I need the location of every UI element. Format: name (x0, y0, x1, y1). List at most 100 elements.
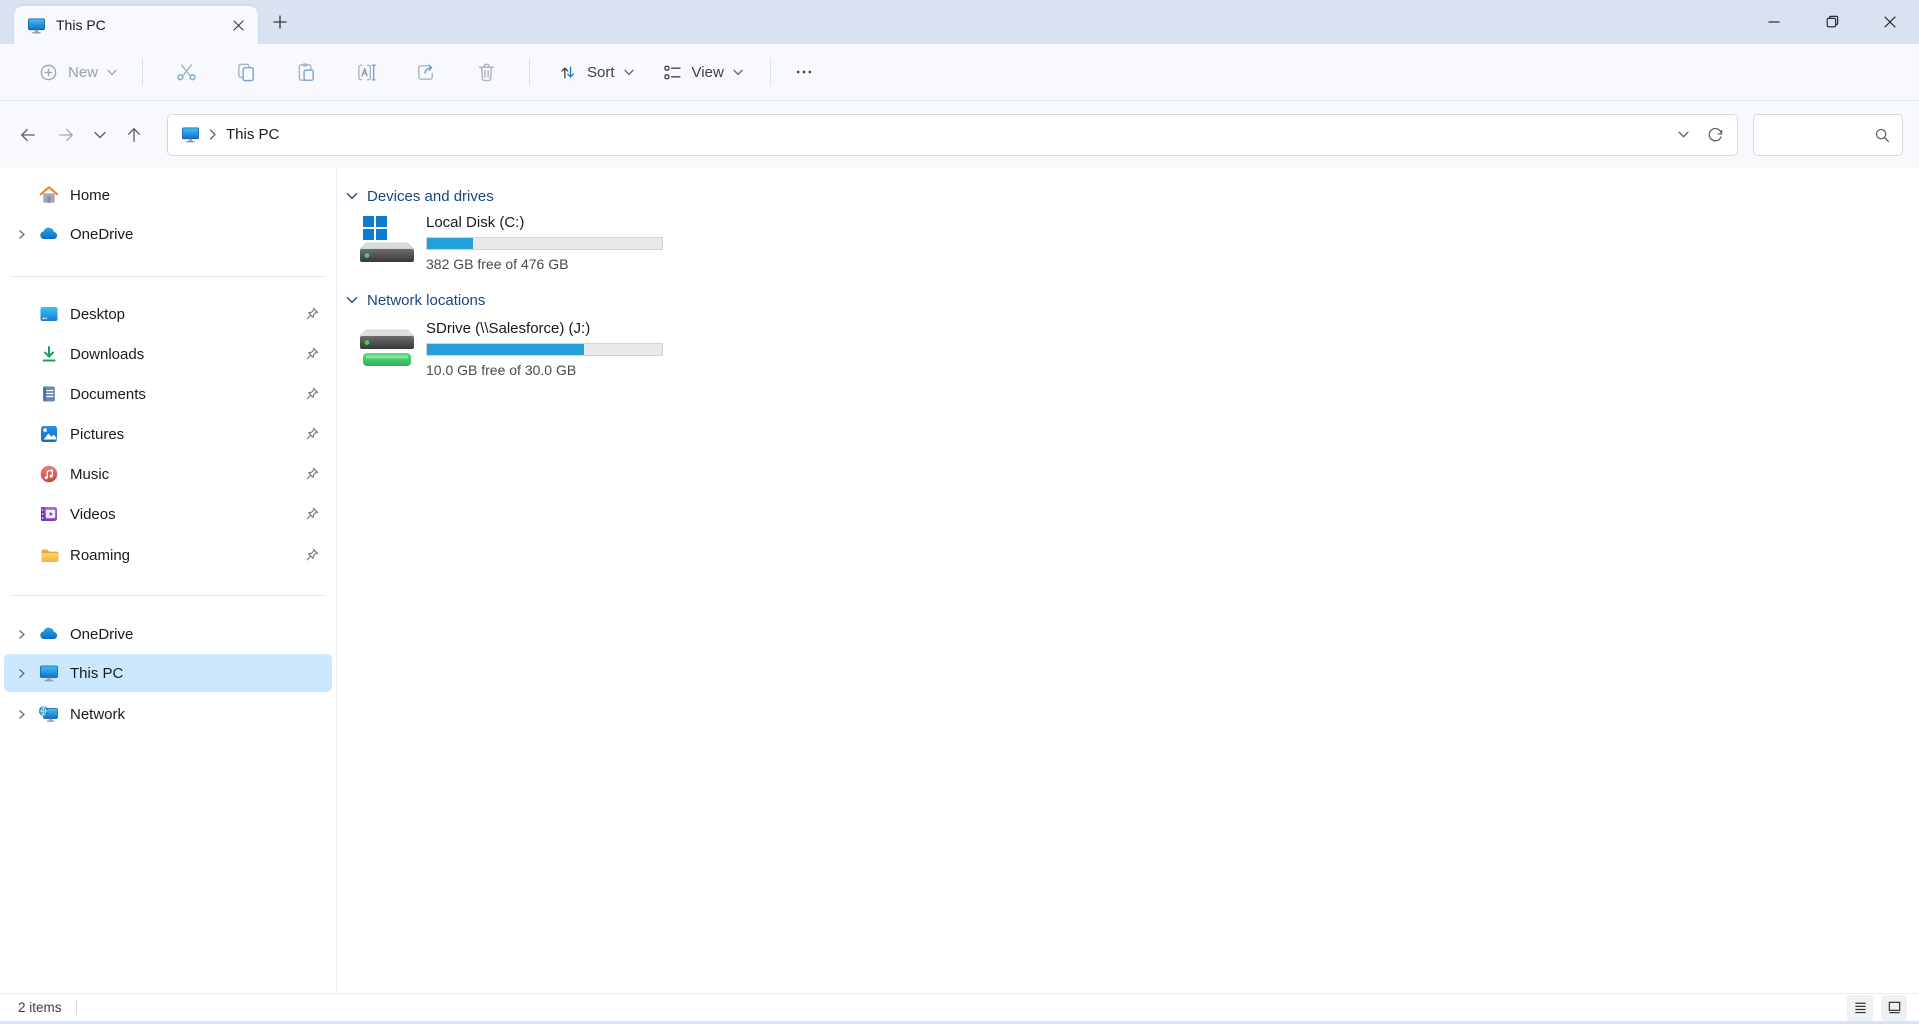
new-button[interactable]: New (26, 54, 129, 90)
delete-button[interactable] (463, 54, 509, 90)
close-icon[interactable] (1861, 0, 1919, 43)
sidebar-item-label: Home (70, 187, 320, 204)
sidebar-item-music[interactable]: Music (4, 455, 332, 493)
this-pc-icon (38, 663, 59, 684)
pin-icon (303, 306, 320, 323)
home-icon (38, 185, 59, 206)
expand-chevron-icon[interactable] (16, 228, 31, 240)
sidebar-item-label: Music (70, 466, 303, 483)
sidebar-item-videos[interactable]: Videos (4, 495, 332, 533)
new-tab-button[interactable] (267, 9, 293, 35)
share-icon (415, 61, 438, 84)
up-icon[interactable] (115, 117, 153, 153)
tab-this-pc[interactable]: This PC (14, 6, 258, 44)
expand-chevron-icon[interactable] (16, 708, 31, 720)
sidebar-item-network[interactable]: Network (4, 695, 332, 733)
pin-icon (303, 386, 320, 403)
cut-button[interactable] (163, 54, 209, 90)
chevron-slot (16, 428, 31, 440)
sidebar-item-this-pc[interactable]: This PC (4, 654, 332, 692)
recent-locations-chevron-icon[interactable] (85, 117, 115, 153)
videos-icon (38, 504, 59, 525)
section-collapse-chevron-icon[interactable] (346, 296, 358, 305)
body-area: Home OneDrive Desktop (0, 168, 1919, 993)
large-thumbnails-view-icon[interactable] (1881, 995, 1907, 1021)
chevron-slot (16, 308, 31, 320)
sidebar-item-pictures[interactable]: Pictures (4, 415, 332, 453)
sort-button[interactable]: Sort (547, 54, 644, 90)
sidebar-item-label: Videos (70, 506, 303, 523)
plus-circle-icon (38, 62, 59, 83)
capacity-bar (426, 343, 663, 356)
search-icon (1874, 127, 1890, 143)
view-list-icon (662, 62, 683, 83)
tab-close-icon[interactable] (226, 13, 250, 37)
network-icon (38, 704, 59, 725)
refresh-icon[interactable] (1699, 119, 1731, 151)
chevron-down-icon (624, 69, 634, 76)
search-input[interactable] (1766, 127, 1874, 143)
forward-icon[interactable] (47, 117, 85, 153)
trash-icon (475, 61, 498, 84)
sidebar-item-home[interactable]: Home (4, 176, 332, 214)
address-bar[interactable]: This PC (167, 114, 1738, 156)
chevron-slot (16, 348, 31, 360)
paste-icon (295, 61, 318, 84)
sidebar-divider (12, 276, 324, 277)
restore-icon[interactable] (1803, 0, 1861, 43)
sidebar-item-documents[interactable]: Documents (4, 375, 332, 413)
file-explorer-window: This PC New (0, 0, 1919, 1024)
more-options-button[interactable] (784, 54, 824, 90)
downloads-icon (38, 344, 59, 365)
status-view-toggles (1847, 995, 1907, 1021)
address-dropdown-chevron-icon[interactable] (1667, 119, 1699, 151)
cut-icon (175, 61, 198, 84)
expand-chevron-icon[interactable] (16, 628, 31, 640)
documents-icon (38, 384, 59, 405)
section-header-devices[interactable]: Devices and drives (346, 186, 494, 206)
pin-icon (303, 506, 320, 523)
drive-item-local-disk-c[interactable]: Local Disk (C:) 382 GB free of 476 GB (336, 212, 996, 278)
copy-button[interactable] (223, 54, 269, 90)
sidebar-item-desktop[interactable]: Desktop (4, 295, 332, 333)
share-button[interactable] (403, 54, 449, 90)
sidebar-item-downloads[interactable]: Downloads (4, 335, 332, 373)
local-disk-icon (356, 214, 418, 266)
network-drive-icon (356, 320, 418, 372)
toolbar-divider (142, 58, 143, 86)
section-header-network-locations[interactable]: Network locations (346, 290, 485, 310)
command-toolbar: New (0, 44, 1919, 101)
status-bar: 2 items (0, 993, 1919, 1021)
section-collapse-chevron-icon[interactable] (346, 192, 358, 201)
onedrive-icon (38, 624, 59, 645)
pictures-icon (38, 424, 59, 445)
breadcrumb[interactable]: This PC (181, 125, 279, 144)
sidebar-item-onedrive-2[interactable]: OneDrive (4, 615, 332, 653)
titlebar: This PC (0, 0, 1919, 44)
chevron-down-icon (733, 69, 743, 76)
sidebar-item-onedrive[interactable]: OneDrive (4, 215, 332, 253)
rename-icon (355, 61, 378, 84)
view-button[interactable]: View (652, 54, 753, 90)
paste-button[interactable] (283, 54, 329, 90)
drive-item-sdrive-j[interactable]: SDrive (\\Salesforce) (J:) 10.0 GB free … (336, 318, 996, 384)
music-icon (38, 464, 59, 485)
sidebar-item-roaming[interactable]: Roaming (4, 536, 332, 574)
rename-button[interactable] (343, 54, 389, 90)
navigation-pane: Home OneDrive Desktop (0, 168, 336, 993)
details-view-icon[interactable] (1847, 995, 1873, 1021)
toolbar-divider (770, 58, 771, 86)
drive-name: SDrive (\\Salesforce) (J:) (426, 320, 590, 337)
back-icon[interactable] (9, 117, 47, 153)
breadcrumb-chevron-icon (209, 129, 217, 140)
section-title: Devices and drives (367, 188, 494, 205)
expand-chevron-icon[interactable] (16, 667, 31, 679)
minimize-icon[interactable] (1745, 0, 1803, 43)
chevron-slot (16, 388, 31, 400)
copy-icon (235, 61, 258, 84)
desktop-icon (38, 304, 59, 325)
section-title: Network locations (367, 292, 485, 309)
folder-icon (38, 545, 59, 566)
pin-icon (303, 346, 320, 363)
sidebar-item-label: Downloads (70, 346, 303, 363)
